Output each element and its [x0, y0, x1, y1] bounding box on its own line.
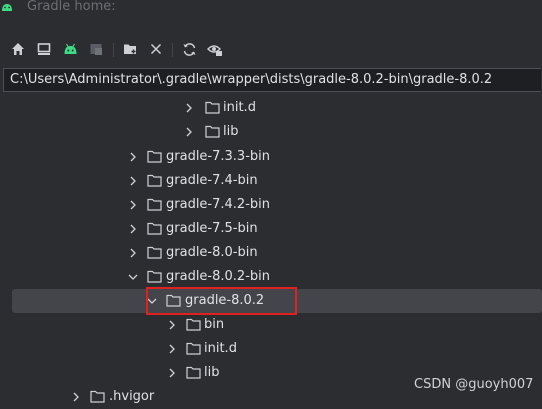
tree-row-gradle-7-5-bin[interactable]: gradle-7.5-bin [0, 217, 542, 241]
desktop-icon[interactable] [36, 41, 52, 57]
android-icon[interactable] [62, 41, 78, 57]
tree-row-label: bin [204, 317, 225, 332]
folder-icon [205, 125, 220, 138]
folder-icon [186, 366, 201, 379]
tree-row-lib[interactable]: lib [0, 120, 542, 144]
folder-icon [90, 390, 105, 403]
module-icon[interactable] [88, 41, 104, 57]
chevron-right-icon[interactable] [166, 343, 178, 355]
folder-icon [147, 150, 162, 163]
tree-row-label: init.d [204, 341, 237, 356]
chevron-right-icon[interactable] [70, 391, 82, 403]
chevron-right-icon[interactable] [127, 199, 139, 211]
tree-row-label: lib [223, 124, 239, 139]
toolbar-separator [172, 43, 173, 57]
file-tree: init.d lib gradle-7.3.3-bin gradle-7.4-b… [0, 96, 542, 404]
folder-icon [147, 270, 162, 283]
tree-row-label: init.d [223, 100, 256, 115]
tree-row-gradle-7-4-2-bin[interactable]: gradle-7.4.2-bin [0, 193, 542, 217]
folder-icon [147, 222, 162, 235]
chevron-right-icon[interactable] [127, 151, 139, 163]
tree-row-init-d[interactable]: init.d [0, 96, 542, 120]
chevron-right-icon[interactable] [127, 247, 139, 259]
tree-row-label: lib [204, 365, 220, 380]
tree-row-label: gradle-7.3.3-bin [166, 149, 270, 164]
csdn-watermark: CSDN @guoyh007 [414, 377, 534, 392]
tree-row-gradle-8-0-bin[interactable]: gradle-8.0-bin [0, 241, 542, 265]
refresh-icon[interactable] [181, 41, 197, 57]
folder-icon [186, 318, 201, 331]
chevron-right-icon[interactable] [166, 367, 178, 379]
file-chooser-toolbar [0, 34, 542, 64]
folder-icon [147, 246, 162, 259]
tree-row-bin[interactable]: bin [0, 313, 542, 337]
folder-icon [205, 101, 220, 114]
home-icon[interactable] [10, 41, 26, 57]
tree-row-label: gradle-8.0-bin [166, 245, 258, 260]
delete-icon[interactable] [148, 41, 164, 57]
tree-row-gradle-7-4-bin[interactable]: gradle-7.4-bin [0, 169, 542, 193]
tree-row-gradle-7-3-3-bin[interactable]: gradle-7.3.3-bin [0, 145, 542, 169]
folder-icon [147, 174, 162, 187]
gradle-home-label: Gradle home: [27, 0, 116, 14]
chevron-right-icon[interactable] [127, 223, 139, 235]
tree-row-gradle-8-0-2-bin[interactable]: gradle-8.0.2-bin [0, 265, 542, 289]
tree-row-label: gradle-7.4.2-bin [166, 197, 270, 212]
tree-row-label: gradle-7.5-bin [166, 221, 258, 236]
chevron-down-icon[interactable] [127, 271, 139, 283]
annotation-highlight-box [146, 287, 297, 315]
chevron-right-icon[interactable] [183, 102, 195, 114]
android-icon [2, 4, 12, 11]
path-input[interactable]: C:\Users\Administrator\.gradle\wrapper\d… [3, 68, 541, 92]
tree-row-label: gradle-7.4-bin [166, 173, 258, 188]
chevron-right-icon[interactable] [166, 319, 178, 331]
tree-row-label: .hvigor [109, 389, 155, 404]
folder-icon [147, 198, 162, 211]
gradle-home-header: Gradle home: [0, 0, 542, 24]
toolbar-separator [113, 43, 114, 57]
chevron-right-icon[interactable] [127, 175, 139, 187]
tree-row-label: gradle-8.0.2-bin [166, 269, 270, 284]
chevron-right-icon[interactable] [183, 126, 195, 138]
folder-icon [186, 342, 201, 355]
tree-row-init-d[interactable]: init.d [0, 337, 542, 361]
new-folder-icon[interactable] [122, 41, 138, 57]
show-hidden-icon[interactable] [207, 41, 223, 57]
